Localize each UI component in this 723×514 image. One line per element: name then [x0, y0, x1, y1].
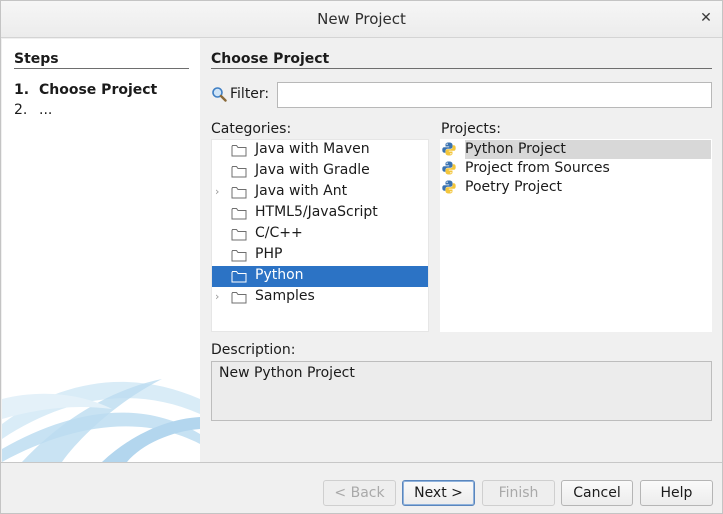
folder-icon — [231, 166, 247, 178]
steps-panel: Steps 1. Choose Project 2.... — [2, 39, 200, 462]
back-button[interactable]: < Back — [323, 480, 396, 506]
folder-icon — [231, 250, 247, 262]
project-label: Python Project — [465, 140, 711, 159]
category-item[interactable]: Java with Maven — [212, 140, 428, 161]
categories-label: Categories: — [211, 121, 292, 137]
category-item[interactable]: PHP — [212, 245, 428, 266]
new-project-dialog: New Project ✕ Steps 1. Choose Project 2..… — [0, 0, 723, 514]
category-item[interactable]: Java with Gradle — [212, 161, 428, 182]
python-icon — [442, 161, 456, 175]
step-label: ... — [39, 102, 53, 118]
category-label: Python — [255, 267, 304, 283]
step-choose-project: 1. Choose Project — [14, 82, 157, 98]
category-item[interactable]: › Java with Ant — [212, 182, 428, 203]
filter-label: Filter: — [230, 86, 270, 102]
project-item[interactable]: Project from Sources — [440, 159, 710, 178]
categories-tree[interactable]: Java with Maven Java with Gradle › Java wit… — [211, 139, 429, 332]
folder-icon — [231, 229, 247, 241]
category-item[interactable]: › Samples — [212, 287, 428, 308]
filter-row: Filter: — [211, 82, 712, 108]
expand-arrow-icon[interactable]: › — [215, 185, 219, 198]
category-label: HTML5/JavaScript — [255, 204, 378, 220]
folder-icon — [231, 271, 247, 283]
steps-heading: Steps — [14, 51, 189, 69]
finish-button[interactable]: Finish — [482, 480, 555, 506]
category-item[interactable]: Python — [212, 266, 428, 287]
projects-list[interactable]: Python Project Project from Sources Poetry… — [440, 139, 712, 332]
category-label: C/C++ — [255, 225, 303, 241]
footer-divider — [1, 462, 722, 463]
project-label: Project from Sources — [465, 160, 610, 176]
python-icon — [442, 142, 456, 156]
description-box: New Python Project — [211, 361, 712, 421]
folder-icon — [231, 292, 247, 304]
help-button[interactable]: Help — [640, 480, 713, 506]
step-next: 2.... — [14, 102, 52, 118]
main-panel: Choose Project Filter: Categories: Java … — [211, 39, 713, 462]
description-label: Description: — [211, 342, 296, 358]
title-bar[interactable]: New Project ✕ — [1, 1, 722, 38]
folder-icon — [231, 208, 247, 220]
step-number: 2. — [14, 102, 28, 118]
category-label: Java with Maven — [255, 141, 370, 157]
expand-arrow-icon[interactable]: › — [215, 290, 219, 303]
projects-label: Projects: — [441, 121, 501, 137]
project-item[interactable]: Poetry Project — [440, 178, 710, 197]
project-label: Poetry Project — [465, 179, 563, 195]
project-item[interactable]: Python Project — [440, 140, 711, 159]
description-text: New Python Project — [219, 365, 355, 381]
python-icon — [442, 180, 456, 194]
category-label: PHP — [255, 246, 283, 262]
category-label: Samples — [255, 288, 315, 304]
window-title: New Project — [317, 10, 406, 28]
folder-icon — [231, 145, 247, 157]
step-label: Choose Project — [39, 82, 158, 98]
category-label: Java with Gradle — [255, 162, 370, 178]
folder-icon — [231, 187, 247, 199]
swoosh-decoration — [2, 379, 200, 462]
cancel-button[interactable]: Cancel — [561, 480, 633, 506]
category-item[interactable]: HTML5/JavaScript — [212, 203, 428, 224]
filter-input[interactable] — [277, 82, 712, 108]
category-label: Java with Ant — [255, 183, 348, 199]
close-icon[interactable]: ✕ — [698, 10, 714, 26]
category-item[interactable]: C/C++ — [212, 224, 428, 245]
step-number: 1. — [14, 82, 30, 98]
search-icon — [212, 87, 227, 102]
next-button[interactable]: Next > — [402, 480, 475, 506]
page-title: Choose Project — [211, 51, 712, 69]
